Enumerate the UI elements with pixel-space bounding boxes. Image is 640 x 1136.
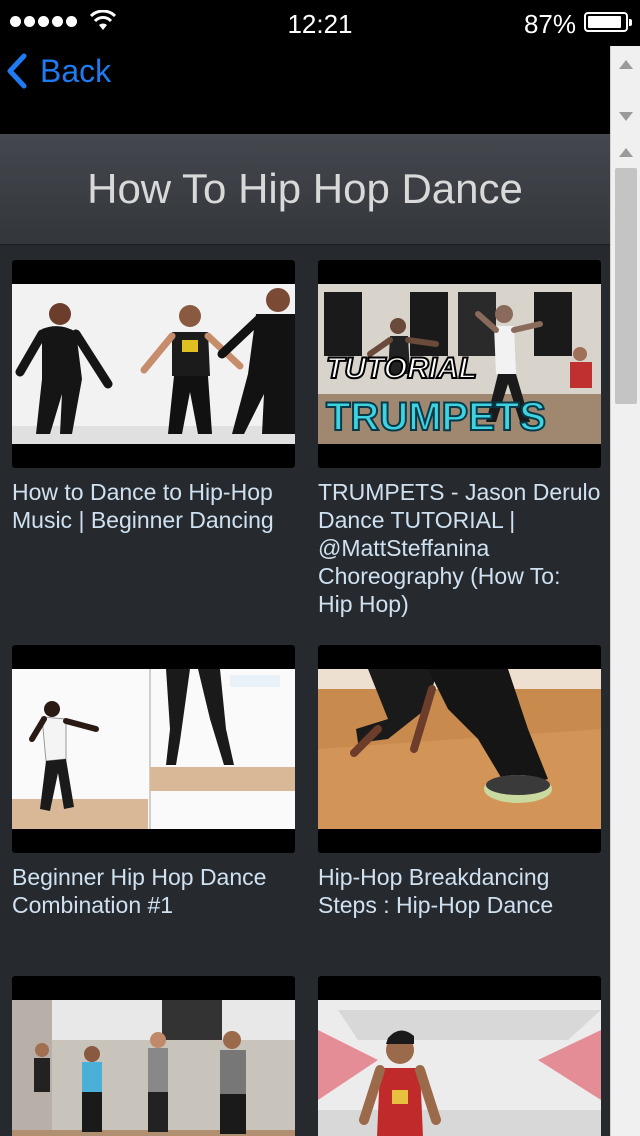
status-bar: 12:21 87% — [0, 0, 640, 46]
back-button-label: Back — [40, 52, 112, 89]
scrollbar-thumb[interactable] — [615, 168, 637, 404]
scroll-down-arrow-icon[interactable] — [619, 112, 633, 121]
scrollbar[interactable] — [610, 46, 640, 1136]
battery-percentage: 87% — [523, 9, 576, 39]
video-title[interactable]: Beginner Hip Hop Dance Combination #1 — [12, 863, 295, 919]
video-thumbnail[interactable] — [318, 645, 601, 853]
thumbnail-text: TRUMPETS — [326, 395, 546, 439]
video-title[interactable]: TRUMPETS - Jason Derulo Dance TUTORIAL |… — [318, 478, 601, 618]
battery-icon — [584, 12, 632, 32]
video-title[interactable]: How to Dance to Hip-Hop Music | Beginner… — [12, 478, 295, 534]
video-thumbnail[interactable] — [318, 976, 601, 1136]
back-button[interactable]: Back — [6, 50, 111, 92]
chevron-left-icon — [7, 53, 27, 89]
video-thumbnail[interactable]: TUTORIAL TRUMPETS — [318, 260, 601, 468]
scroll-up-arrow-icon[interactable] — [619, 60, 633, 69]
page-title: How To Hip Hop Dance — [87, 165, 523, 212]
video-title[interactable]: Hip-Hop Breakdancing Steps : Hip-Hop Dan… — [318, 863, 601, 919]
scroll-up-arrow-icon[interactable] — [619, 148, 633, 157]
video-thumbnail[interactable] — [12, 645, 295, 853]
video-thumbnail[interactable] — [12, 260, 295, 468]
video-list-content: How To Hip Hop Dance How to Dance to Hip… — [0, 134, 610, 1136]
navigation-bar: Back — [0, 46, 610, 134]
video-thumbnail[interactable] — [12, 976, 295, 1136]
page-header: How To Hip Hop Dance — [0, 134, 610, 245]
thumbnail-text: TUTORIAL — [326, 352, 477, 385]
